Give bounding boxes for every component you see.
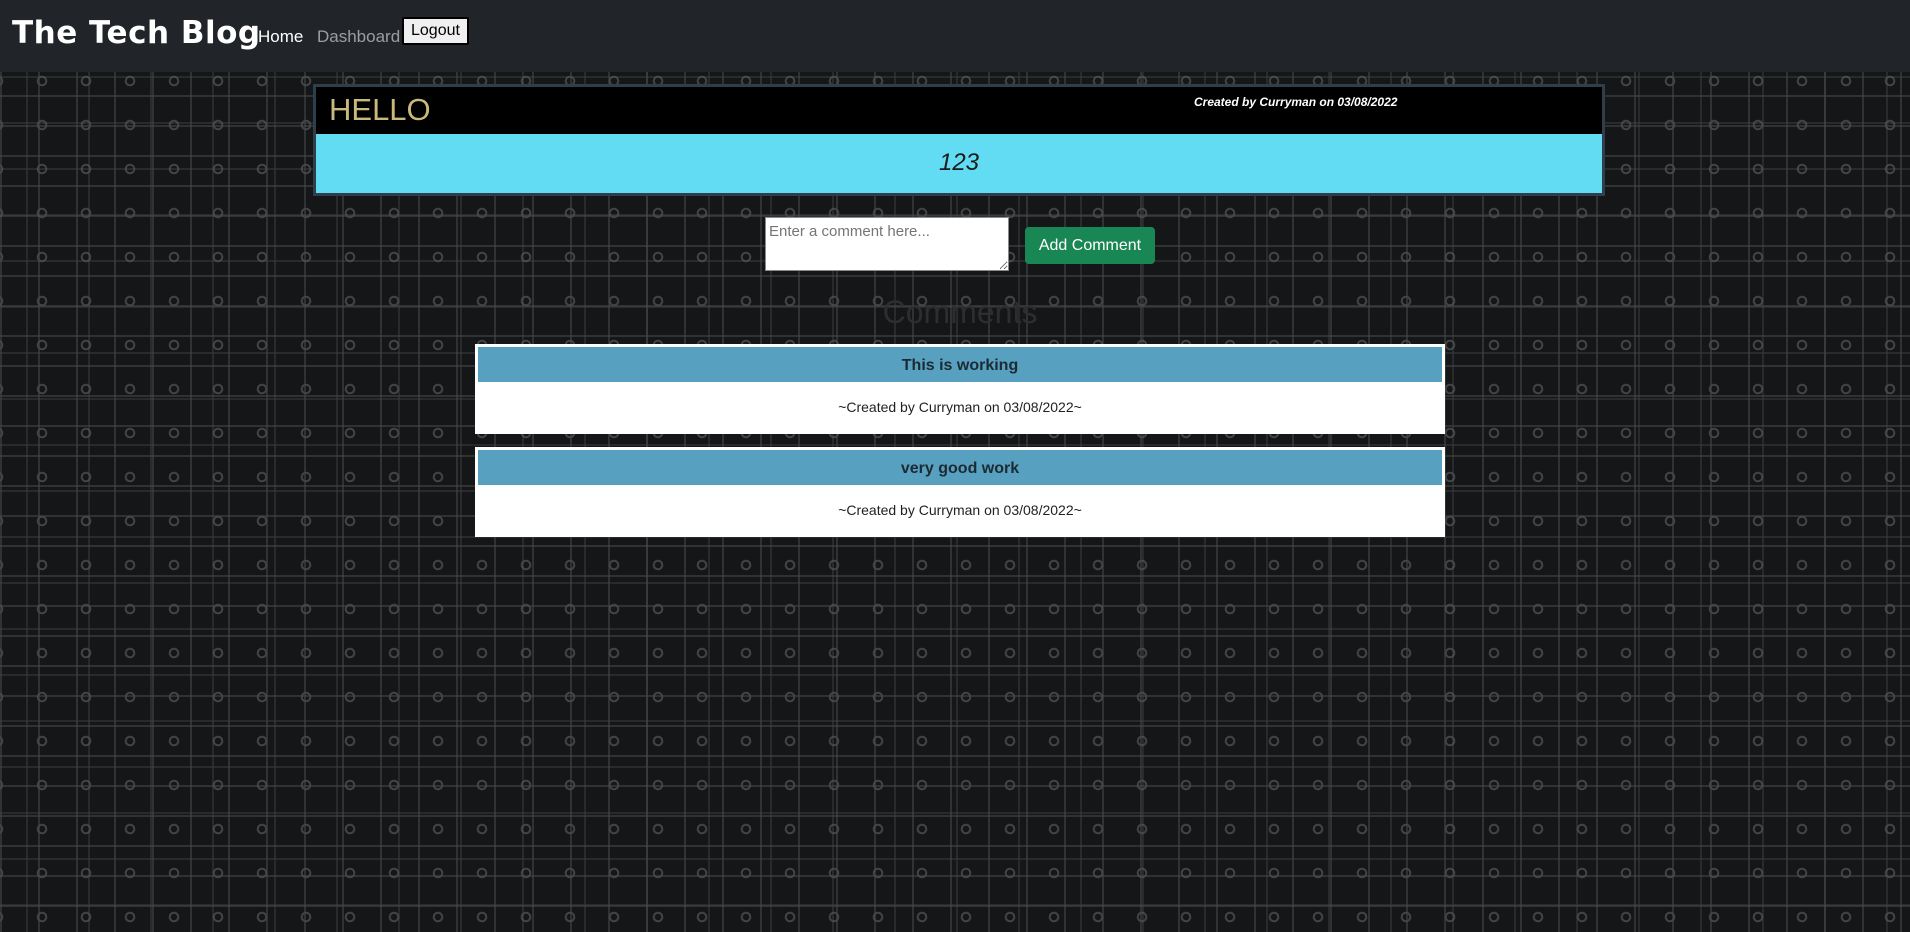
comments-heading: Comments — [882, 294, 1038, 330]
post-title: HELLO — [329, 92, 431, 127]
nav-link-home[interactable]: Home — [258, 27, 303, 47]
comment-input[interactable] — [765, 217, 1009, 271]
comment-text: very good work — [900, 460, 1020, 477]
comment-text: This is working — [901, 357, 1019, 374]
comment-card: This is working ~Created by Curryman on … — [475, 344, 1445, 434]
add-comment-button[interactable]: Add Comment — [1025, 227, 1155, 264]
post-body: 123 — [316, 134, 1602, 193]
navbar: The Tech Blog Home Dashboard Logout — [0, 0, 1910, 72]
brand-title[interactable]: The Tech Blog — [12, 15, 261, 51]
nav-link-dashboard[interactable]: Dashboard — [317, 27, 400, 47]
post-content: 123 — [938, 149, 980, 176]
comment-header: very good work — [478, 450, 1442, 485]
comment-author-date: ~Created by Curryman on 03/08/2022~ — [838, 502, 1082, 518]
logout-button[interactable]: Logout — [402, 17, 469, 45]
comment-author-date: ~Created by Curryman on 03/08/2022~ — [838, 399, 1082, 415]
post-header: HELLO Created by Curryman on 03/08/2022 — [316, 87, 1602, 134]
post-author-date: Created by Curryman on 03/08/2022 — [1194, 95, 1398, 109]
comment-card: very good work ~Created by Curryman on 0… — [475, 447, 1445, 537]
comment-header: This is working — [478, 347, 1442, 382]
post-card: HELLO Created by Curryman on 03/08/2022 … — [313, 84, 1605, 196]
